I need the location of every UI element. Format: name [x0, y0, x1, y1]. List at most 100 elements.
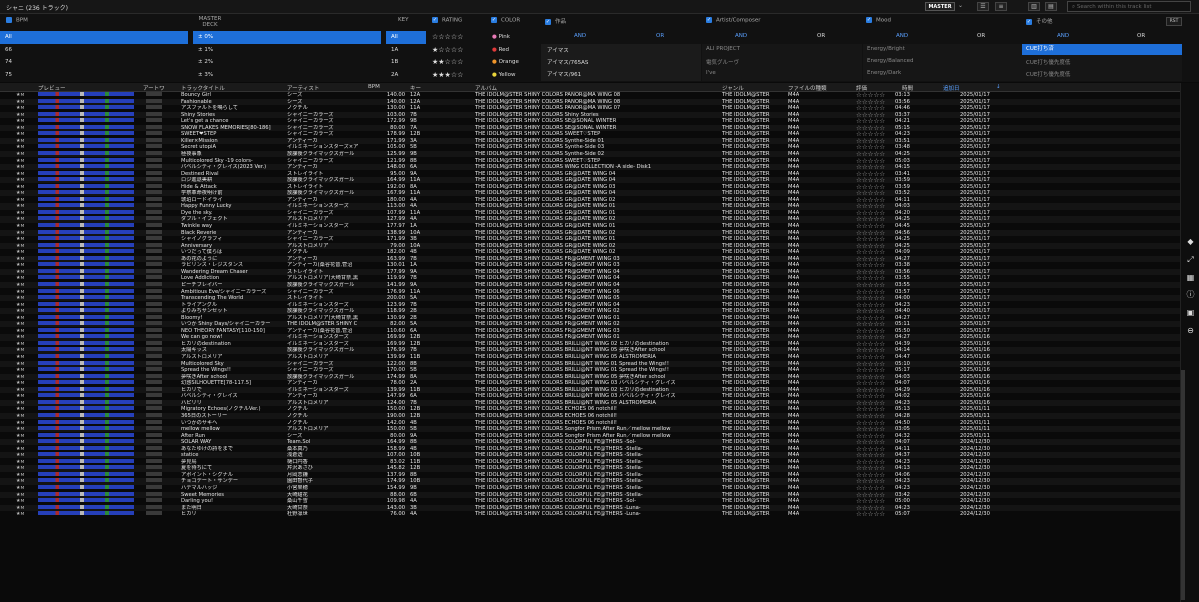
column-preview[interactable]: プレビュー [38, 84, 66, 92]
column-view-icon[interactable]: ▥ [1028, 2, 1040, 11]
track-rating[interactable]: ☆☆☆☆☆ [856, 472, 885, 478]
waveform-preview[interactable] [38, 426, 134, 431]
checkbox-icon[interactable]: ✓ [432, 17, 438, 23]
table-row[interactable]: ★ᴍ Sweet Memories 大崎甜花 88.00 6B THE IDOLM@STE… [0, 491, 1180, 498]
works-tag[interactable]: アイマス/961 [547, 70, 581, 78]
table-row[interactable]: ★ᴍ また明日 大崎甘奈 143.00 3B THE IDOLM@STER SHINY C… [0, 504, 1180, 511]
waveform-preview[interactable] [38, 485, 134, 489]
track-rating[interactable]: ☆☆☆☆☆ [856, 92, 885, 98]
table-row[interactable]: ★ᴍ アスファルトを鳴らして ノクチル 130.00 11A THE IDOLM@STER… [0, 105, 1180, 111]
range-option[interactable]: ± 2% [193, 56, 381, 69]
column-bpm[interactable]: BPM [368, 84, 380, 90]
other-or-toggle[interactable]: OR [1137, 33, 1145, 39]
table-row[interactable]: ★ᴍ Darling you! 桑山千雪 109.98 4A THE IDOLM@STER… [0, 498, 1180, 504]
mood-or-toggle[interactable]: OR [977, 33, 985, 39]
waveform-preview[interactable] [38, 236, 134, 241]
table-row[interactable]: ★ᴍ Multicolored Sky シャイニーカラーズ 122.00 8B THE I… [0, 360, 1180, 367]
key-option[interactable]: All [386, 31, 426, 44]
track-rating[interactable]: ☆☆☆☆☆ [856, 184, 885, 190]
track-rating[interactable]: ☆☆☆☆☆ [856, 459, 885, 465]
waveform-preview[interactable] [38, 360, 134, 365]
table-row[interactable]: ★ᴍ ロジ進退美耕 放課後クライマックスガール 164.99 11A THE IDOLM@… [0, 177, 1180, 183]
mood-tag[interactable]: Energy/Balanced [867, 58, 914, 64]
track-rating[interactable]: ☆☆☆☆☆ [856, 138, 885, 144]
works-tag[interactable]: アイマス/765AS [547, 58, 588, 66]
waveform-preview[interactable] [38, 223, 134, 227]
artist-tag[interactable]: ALI PROJECT [706, 46, 740, 52]
track-rating[interactable]: ☆☆☆☆☆ [856, 361, 885, 367]
waveform-preview[interactable] [38, 354, 134, 358]
table-row[interactable]: ★ᴍ 夢咲きAfter school 放課後クライマックスガール 174.99 8A TH… [0, 373, 1180, 380]
artist-tag[interactable]: 電気グルーヴ [706, 58, 739, 66]
waveform-preview[interactable] [38, 295, 134, 300]
column-artist[interactable]: アーティスト [287, 84, 319, 92]
checkbox-icon[interactable]: ✓ [1026, 18, 1032, 25]
table-row[interactable]: ★ᴍ After Run シーズ 80.00 9A THE IDOLM@STER SHIN… [0, 432, 1180, 439]
works-tag[interactable]: アイマス [547, 46, 569, 54]
waveform-preview[interactable] [38, 190, 134, 195]
track-rating[interactable]: ☆☆☆☆☆ [856, 413, 885, 419]
waveform-preview[interactable] [38, 386, 134, 391]
table-row[interactable]: ★ᴍ 極夜事象 放課後クライマックスガール 125.99 9B THE IDOLM@STE… [0, 150, 1180, 157]
track-rating[interactable]: ☆☆☆☆☆ [856, 505, 885, 511]
waveform-preview[interactable] [38, 242, 134, 247]
table-row[interactable]: ★ᴍ Shiny Stories シャイニーカラーズ 103.00 7B THE IDOL… [0, 111, 1180, 118]
column-added[interactable]: 追加日 [943, 84, 960, 92]
track-rating[interactable]: ☆☆☆☆☆ [856, 256, 885, 262]
track-rating[interactable]: ☆☆☆☆☆ [856, 158, 885, 164]
waveform-preview[interactable] [38, 229, 134, 234]
waveform-preview[interactable] [38, 118, 134, 123]
track-rating[interactable]: ☆☆☆☆☆ [856, 420, 885, 426]
table-row[interactable]: ★ᴍ Love Addiction アルストロメリア(大崎甘奈,黒 119.99 7B T… [0, 275, 1180, 282]
table-row[interactable]: ★ᴍ パベルシティ・グレイス(2023 Ver.) アンティーカ 148.00 6A TH… [0, 164, 1180, 170]
link-icon[interactable]: ⊖ [1186, 326, 1195, 335]
waveform-preview[interactable] [38, 439, 134, 444]
waveform-preview[interactable] [38, 177, 134, 182]
table-row[interactable]: ★ᴍ 夏を待ちにて 芹沢あさひ 145.82 12B THE IDOLM@STER SHI… [0, 465, 1180, 472]
color-option-yellow[interactable]: ● Yellow [487, 69, 537, 82]
waveform-preview[interactable] [38, 380, 134, 385]
artist-and-toggle[interactable]: AND [735, 33, 747, 39]
color-option-red[interactable]: ● Red [487, 44, 537, 57]
waveform-preview[interactable] [38, 275, 134, 280]
table-row[interactable]: ★ᴍ Bloomy! アルストロメリア(大崎甘奈,黒 130.99 2B THE IDOL… [0, 314, 1180, 321]
track-rating[interactable]: ☆☆☆☆☆ [856, 380, 885, 386]
compact-view-icon[interactable]: ≡ [995, 2, 1007, 11]
range-option[interactable]: ± 1% [193, 44, 381, 57]
table-row[interactable]: ★ᴍ NEO THEORY FANTASY[110-150] アンティーカ(桑谷花音… [0, 327, 1180, 334]
scrollbar[interactable] [1181, 370, 1185, 600]
table-row[interactable]: ★ᴍ ラビリンス・レジスタンス アンティーカ(桑谷花音,菅沼 130.01 1A THE … [0, 262, 1180, 269]
table-row[interactable]: ★ᴍ Dye the sky. シャイニーカラーズ 107.99 11A THE IDOL… [0, 209, 1180, 216]
table-row[interactable]: ★ᴍ アポイント・シグナル 月岡恋鐘 137.99 8B THE IDOLM@STER S… [0, 471, 1180, 478]
related-icon[interactable]: ▦ [1186, 273, 1195, 282]
table-row[interactable]: ★ᴍ トライアングル イルミネーションスターズ 123.99 7B THE IDOLM@S… [0, 301, 1180, 308]
other-tag[interactable]: CUE打ち優先度低 [1026, 70, 1070, 78]
waveform-preview[interactable] [38, 196, 134, 201]
track-rating[interactable]: ☆☆☆☆☆ [856, 164, 885, 170]
track-rating[interactable]: ☆☆☆☆☆ [856, 302, 885, 308]
table-row[interactable]: ★ᴍ ヒカリ 杜野凛世 76.00 4A THE IDOLM@STER SHINY COL… [0, 511, 1180, 517]
waveform-preview[interactable] [38, 412, 134, 417]
table-row[interactable]: ★ᴍ Killer×Mission アンティーカ 171.99 3A THE IDOLM@… [0, 137, 1180, 144]
waveform-preview[interactable] [38, 367, 134, 372]
track-rating[interactable]: ☆☆☆☆☆ [856, 315, 885, 321]
mood-and-toggle[interactable]: AND [896, 33, 908, 39]
checkbox-icon[interactable]: ✓ [706, 17, 712, 23]
track-rating[interactable]: ☆☆☆☆☆ [856, 478, 885, 484]
track-rating[interactable]: ☆☆☆☆☆ [856, 216, 885, 222]
track-rating[interactable]: ☆☆☆☆☆ [856, 511, 885, 517]
table-row[interactable]: ★ᴍ Secret utopiA イルミネーションスターズ×ア 105.00 5B THE… [0, 144, 1180, 151]
waveform-preview[interactable] [38, 157, 134, 162]
artist-tag[interactable]: I've [706, 70, 716, 76]
waveform-preview[interactable] [38, 511, 134, 516]
waveform-preview[interactable] [38, 281, 134, 286]
waveform-preview[interactable] [38, 170, 134, 175]
track-rating[interactable]: ☆☆☆☆☆ [856, 426, 885, 432]
track-rating[interactable]: ☆☆☆☆☆ [856, 485, 885, 491]
waveform-preview[interactable] [38, 334, 134, 339]
table-row[interactable]: ★ᴍ mellow mellow アルストロメリア 150.00 5B THE IDOLM… [0, 426, 1180, 432]
table-row[interactable]: ★ᴍ 365日のストーリー ノクチル 190.00 12B THE IDOLM@STER … [0, 412, 1180, 419]
bpm-option[interactable]: 75 [0, 69, 188, 82]
track-rating[interactable]: ☆☆☆☆☆ [856, 151, 885, 157]
table-row[interactable]: ★ᴍ アルストロメリア アルストロメリア 139.99 11B THE IDOLM@STE… [0, 354, 1180, 360]
